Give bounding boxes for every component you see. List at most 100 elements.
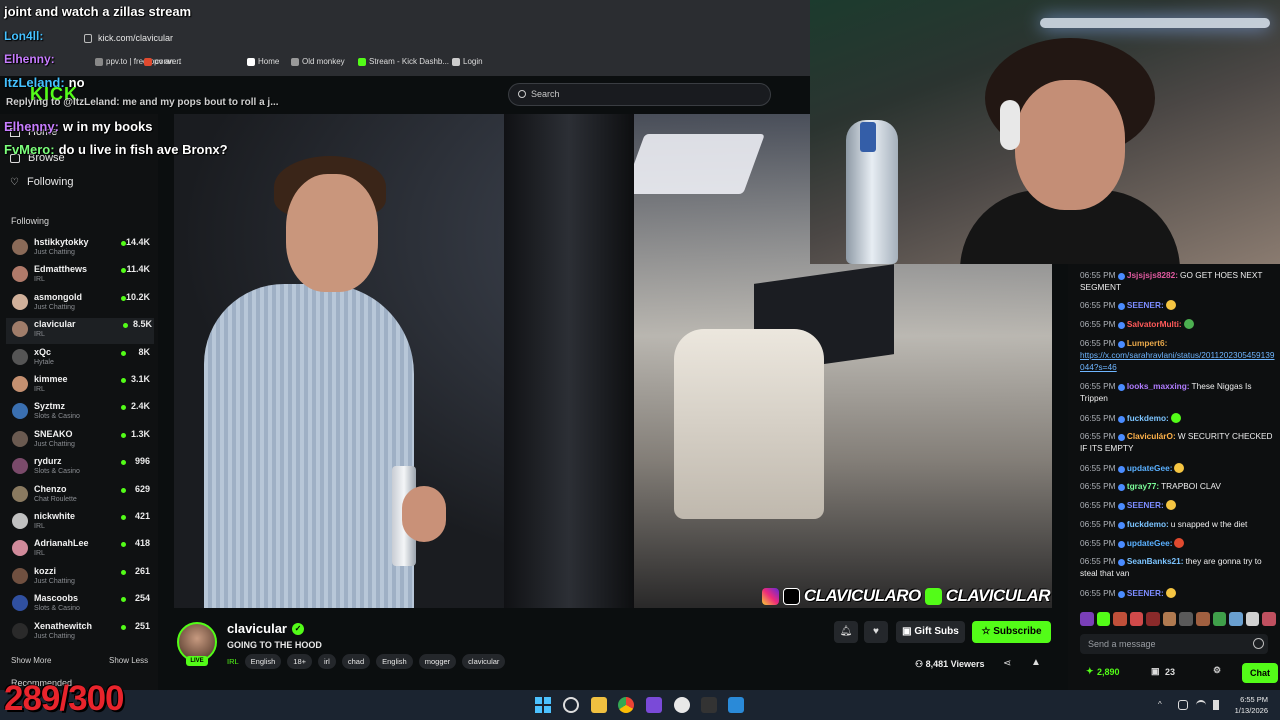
chat-username[interactable]: ClaviculárO:: [1127, 431, 1176, 441]
nav-following[interactable]: ♡ Following: [10, 176, 73, 188]
follow-heart-button[interactable]: ♥: [864, 621, 888, 643]
chat-username[interactable]: updateGee:: [1127, 463, 1173, 473]
wifi-icon[interactable]: [1196, 700, 1206, 710]
sidebar-channel-mascoobs[interactable]: Mascoobs Slots & Casino 254: [10, 592, 152, 618]
chat-username[interactable]: Lumpert6:: [1127, 338, 1168, 348]
chat-message-input[interactable]: Send a message: [1080, 634, 1268, 654]
tag-chip[interactable]: irl: [318, 654, 336, 669]
gift-icon[interactable]: ▣: [1151, 666, 1160, 677]
bookmark-item[interactable]: Login: [452, 57, 483, 66]
channel-name: Edmatthews: [34, 264, 88, 275]
webcam-overlay: [810, 0, 1280, 264]
app-window-icon[interactable]: [728, 697, 744, 713]
emote-icon[interactable]: [1162, 612, 1177, 626]
emote-icon[interactable]: [1245, 612, 1260, 626]
video-frame-door: [504, 114, 634, 608]
settings-gear-icon[interactable]: ⚙: [1213, 665, 1221, 676]
points-icon[interactable]: ✦: [1086, 666, 1094, 677]
chat-username[interactable]: SalvatorMulti:: [1127, 319, 1182, 329]
sidebar-channel-chenzo[interactable]: Chenzo Chat Roulette 629: [10, 483, 152, 509]
show-more-button[interactable]: Show More: [11, 656, 51, 665]
show-less-button[interactable]: Show Less: [109, 656, 148, 665]
sidebar-channel-hstikkytokky[interactable]: hstikkytokky Just Chatting 14.4K: [10, 236, 152, 262]
kick-icon: [358, 57, 366, 66]
sidebar-channel-kozzi[interactable]: kozzi Just Chatting 261: [10, 565, 152, 591]
emote-icon[interactable]: [1146, 612, 1160, 626]
clock[interactable]: 6:55 PM 1/13/2026: [1235, 694, 1268, 716]
chat-username[interactable]: SeanBanks21:: [1127, 556, 1184, 566]
chat-username[interactable]: fuckdemo:: [1127, 519, 1169, 529]
chat-username[interactable]: Jsjsjsjs8282:: [1127, 270, 1178, 280]
chat-username[interactable]: fuckdemo:: [1127, 413, 1169, 423]
gift-subs-button[interactable]: ▣ Gift Subs: [896, 621, 965, 643]
chat-username[interactable]: tgray77:: [1127, 481, 1159, 491]
sidebar-channel-rydurz[interactable]: rydurz Slots & Casino 996: [10, 455, 152, 481]
sidebar-channel-clavicular[interactable]: clavicular IRL 8.5K: [6, 318, 154, 345]
sidebar-channel-syztmz[interactable]: Syztmz Slots & Casino 2.4K: [10, 400, 152, 426]
sidebar-channel-sneako[interactable]: SNEAKO Just Chatting 1.3K: [10, 428, 152, 454]
bookmark-item[interactable]: Home: [247, 57, 279, 66]
subscribe-button[interactable]: ☆ Subscribe: [972, 621, 1051, 643]
notification-bell-button[interactable]: 🔔︎: [834, 621, 858, 643]
emote-icon[interactable]: [1229, 612, 1243, 626]
tag-chip[interactable]: clavicular: [462, 654, 506, 669]
channel-category: Just Chatting: [34, 577, 75, 585]
site-info-icon[interactable]: [84, 34, 92, 43]
tag-chip[interactable]: English: [376, 654, 413, 669]
emote-icon[interactable]: [1212, 612, 1227, 626]
sidebar-channel-xqc[interactable]: xQc Hytale 8K: [10, 346, 152, 372]
emoji-picker-icon[interactable]: [1253, 638, 1264, 649]
gift-count[interactable]: 23: [1165, 667, 1175, 677]
channel-name[interactable]: clavicular: [227, 621, 287, 636]
tag-chip[interactable]: mogger: [418, 654, 457, 669]
emote-icon[interactable]: [1080, 612, 1094, 626]
sidebar-channel-adrianahlee[interactable]: AdrianahLee IRL 418: [10, 537, 152, 563]
chat-username[interactable]: updateGee:: [1127, 538, 1173, 548]
chat-username[interactable]: SEENER:: [1127, 588, 1164, 598]
tag-chip[interactable]: English: [244, 654, 282, 669]
sidebar-channel-asmongold[interactable]: asmongold Just Chatting 10.2K: [10, 291, 152, 317]
tray-chevron-icon[interactable]: ^: [1158, 700, 1168, 710]
obs-icon[interactable]: [674, 697, 690, 713]
tag-chip[interactable]: chad: [341, 654, 371, 669]
chrome-icon[interactable]: [618, 697, 634, 713]
bookmark-item[interactable]: convert: [144, 57, 181, 66]
windows-start-icon[interactable]: [535, 697, 551, 713]
nav-browse[interactable]: Browse: [10, 152, 65, 164]
sidebar-channel-edmatthews[interactable]: Edmatthews IRL 11.4K: [10, 263, 152, 289]
url-text[interactable]: kick.com/clavicular: [98, 33, 173, 43]
chat-message: 06:55 PM looks_maxxing: These Niggas Is T…: [1080, 380, 1276, 404]
share-icon[interactable]: ⋖: [1003, 658, 1011, 669]
emote-icon[interactable]: [1096, 612, 1111, 626]
chat-link[interactable]: https://x.com/sarahravlani/status/201120…: [1080, 350, 1275, 372]
emote-icon[interactable]: [1113, 612, 1127, 626]
channel-points[interactable]: 2,890: [1097, 667, 1120, 677]
category-link[interactable]: IRL: [227, 654, 239, 669]
sidebar-channel-nickwhite[interactable]: nickwhite IRL 421: [10, 510, 152, 536]
search-input[interactable]: Search: [508, 83, 771, 106]
address-bar[interactable]: kick.com/clavicular: [0, 28, 810, 50]
bookmark-item[interactable]: Stream - Kick Dashb...: [358, 57, 449, 66]
chat-username[interactable]: SEENER:: [1127, 300, 1164, 310]
nav-home[interactable]: Home: [10, 126, 57, 138]
chat-username[interactable]: SEENER:: [1127, 500, 1164, 510]
chat-username[interactable]: looks_maxxing:: [1127, 381, 1190, 391]
kick-k-icon: [452, 57, 460, 66]
bookmark-item[interactable]: Old monkey: [291, 57, 345, 66]
microphone-icon[interactable]: [1178, 700, 1188, 710]
report-icon[interactable]: ▲: [1031, 657, 1041, 668]
emote-icon[interactable]: [1179, 612, 1194, 626]
sidebar-channel-kimmee[interactable]: kimmee IRL 3.1K: [10, 373, 152, 399]
channel-viewers: 11.4K: [126, 264, 150, 275]
volume-icon[interactable]: [1213, 700, 1219, 710]
search-taskbar-icon[interactable]: [563, 697, 579, 713]
tag-chip[interactable]: 18+: [287, 654, 313, 669]
emote-icon[interactable]: [1262, 612, 1276, 626]
app-grid-icon[interactable]: [646, 697, 662, 713]
send-chat-button[interactable]: Chat: [1242, 663, 1278, 683]
file-explorer-icon[interactable]: [591, 697, 607, 713]
capcut-icon[interactable]: [701, 697, 717, 713]
sidebar-channel-xenathewitch[interactable]: Xenathewitch Just Chatting 251: [10, 620, 152, 646]
emote-icon[interactable]: [1129, 612, 1144, 626]
emote-icon[interactable]: [1196, 612, 1210, 626]
